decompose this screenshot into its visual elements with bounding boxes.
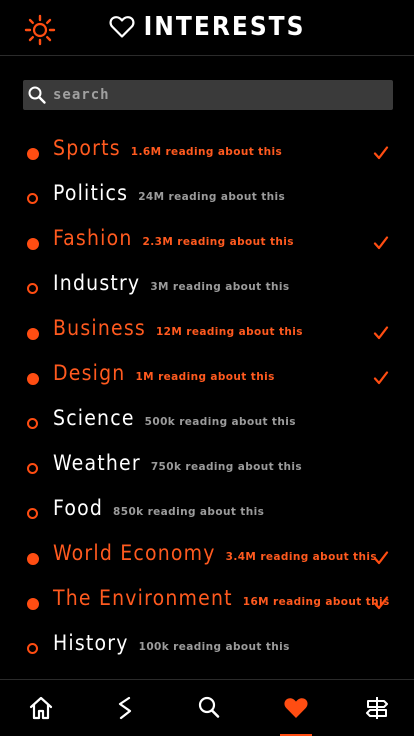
checkmark-icon (373, 595, 389, 611)
search-icon (198, 696, 220, 718)
selection-dot (27, 373, 39, 385)
reader-count: 750k reading about this (150, 461, 303, 473)
interest-list: Sports 1.6M reading about this Politics 24… (0, 130, 414, 670)
reader-count: 1.6M reading about this (130, 146, 283, 158)
home-icon (29, 696, 53, 720)
interest-item-industry[interactable]: Industry 3M reading about this (0, 265, 414, 310)
lightning-icon (118, 696, 132, 720)
bottom-tab-bar (0, 679, 414, 736)
interest-name: Design 1M reading about this (53, 361, 275, 385)
reader-count: 850k reading about this (113, 506, 265, 518)
reader-count: 1M reading about this (135, 371, 275, 383)
checkmark-icon (373, 325, 389, 341)
selection-dot (27, 418, 38, 429)
interest-name: Sports 1.6M reading about this (53, 136, 283, 160)
interest-name: Industry 3M reading about this (53, 271, 290, 295)
checkmark-icon (373, 235, 389, 251)
tab-settings[interactable] (336, 680, 414, 736)
interest-item-design[interactable]: Design 1M reading about this (0, 355, 414, 400)
selection-dot (27, 508, 38, 519)
reader-count: 100k reading about this (138, 641, 290, 653)
search-input[interactable] (53, 80, 383, 110)
interest-item-politics[interactable]: Politics 24M reading about this (0, 175, 414, 220)
interest-item-sports[interactable]: Sports 1.6M reading about this (0, 130, 414, 175)
tab-home[interactable] (0, 680, 82, 736)
interest-name: World Economy 3.4M reading about this (53, 541, 377, 565)
interest-name: History 100k reading about this (53, 631, 290, 655)
reader-count: 3M reading about this (150, 281, 290, 293)
interest-item-science[interactable]: Science 500k reading about this (0, 400, 414, 445)
interest-name: Food 850k reading about this (53, 496, 265, 520)
heart-icon (284, 698, 308, 718)
tab-search[interactable] (168, 680, 250, 736)
interest-item-fashion[interactable]: Fashion 2.3M reading about this (0, 220, 414, 265)
selection-dot (27, 193, 38, 204)
reader-count: 24M reading about this (138, 191, 286, 203)
selection-dot (27, 283, 38, 294)
interest-item-business[interactable]: Business 12M reading about this (0, 310, 414, 355)
interest-item-world-economy[interactable]: World Economy 3.4M reading about this (0, 535, 414, 580)
interest-name: Politics 24M reading about this (53, 181, 286, 205)
heart-outline-icon (109, 15, 135, 39)
reader-count: 2.3M reading about this (142, 236, 294, 248)
checkmark-icon (373, 550, 389, 566)
selection-dot (27, 643, 38, 654)
reader-count: 500k reading about this (144, 416, 296, 428)
interest-name: Weather 750k reading about this (53, 451, 303, 475)
page-title-group: INTERESTS (0, 12, 414, 42)
checkmark-icon (373, 370, 389, 386)
search-bar[interactable] (23, 80, 393, 110)
interest-name: Science 500k reading about this (53, 406, 296, 430)
selection-dot (27, 328, 39, 340)
page-title: INTERESTS (143, 12, 306, 42)
interest-name: Business 12M reading about this (53, 316, 303, 340)
interest-item-the-environment[interactable]: The Environment 16M reading about this (0, 580, 414, 625)
reader-count: 12M reading about this (155, 326, 303, 338)
selection-dot (27, 553, 39, 565)
tab-trending[interactable] (84, 680, 166, 736)
reader-count: 3.4M reading about this (225, 551, 377, 563)
app-header: INTERESTS (0, 0, 414, 56)
tab-interests[interactable] (255, 680, 337, 736)
selection-dot (27, 148, 39, 160)
interest-name: The Environment 16M reading about this (53, 586, 390, 610)
interest-name: Fashion 2.3M reading about this (53, 226, 294, 250)
checkmark-icon (373, 145, 389, 161)
selection-dot (27, 598, 39, 610)
interest-item-food[interactable]: Food 850k reading about this (0, 490, 414, 535)
selection-dot (27, 463, 38, 474)
search-icon (27, 85, 47, 105)
selection-dot (27, 238, 39, 250)
reader-count: 16M reading about this (242, 596, 390, 608)
interest-item-history[interactable]: History 100k reading about this (0, 625, 414, 670)
signpost-icon (366, 697, 388, 719)
interest-item-weather[interactable]: Weather 750k reading about this (0, 445, 414, 490)
